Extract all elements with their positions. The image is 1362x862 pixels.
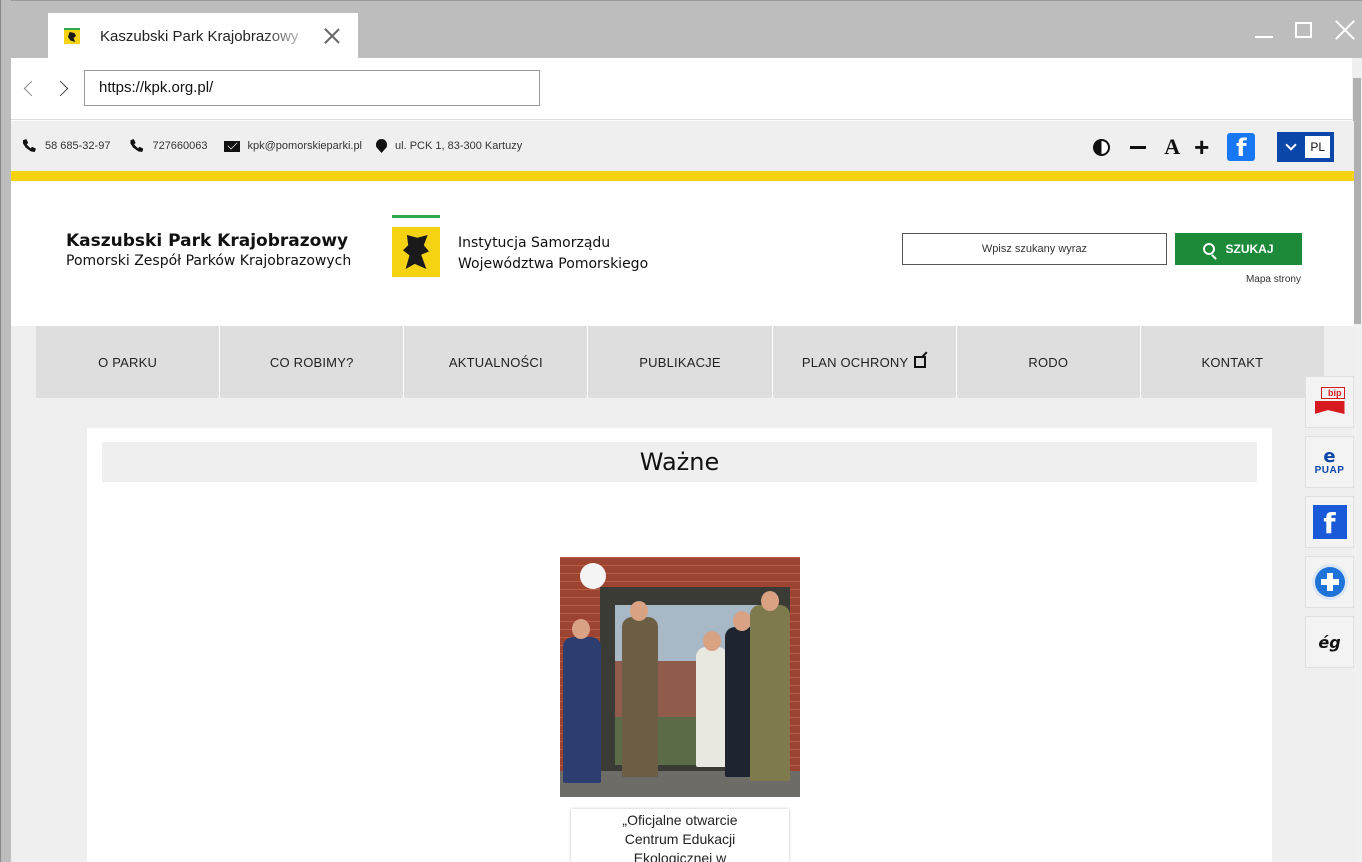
menu-item-label: AKTUALNOŚCI xyxy=(448,354,543,370)
scrollbar-thumb[interactable] xyxy=(1353,78,1361,324)
phone-icon xyxy=(23,139,37,153)
institution-text: Instytucja Samorządu Województwa Pomorsk… xyxy=(458,233,648,275)
bip-label: bip xyxy=(1320,387,1345,399)
sign-language-icon: ég xyxy=(1318,632,1341,652)
browser-titlebar: Kaszubski Park Krajobrazowy xyxy=(0,0,1362,59)
caption-line-1: „Oficjalne otwarcie xyxy=(622,812,738,828)
menu-item-label: O PARKU xyxy=(98,354,158,370)
font-decrease-button[interactable] xyxy=(1130,145,1147,149)
facebook-side-link[interactable]: f xyxy=(1305,496,1354,548)
site-header: Kaszubski Park Krajobrazowy Pomorski Zes… xyxy=(11,181,1354,326)
tab-title: Kaszubski Park Krajobrazowy xyxy=(100,27,299,45)
menu-item-label: CO ROBIMY? xyxy=(269,354,354,370)
email-contact[interactable]: kpk@pomorskieparki.pl xyxy=(223,140,363,152)
epuap-label: PUAP xyxy=(1314,465,1345,476)
menu-item-kontakt[interactable]: KONTAKT xyxy=(1140,326,1324,398)
close-window-icon[interactable] xyxy=(1334,19,1356,41)
accent-stripe xyxy=(11,171,1354,181)
phone-number-1: 58 685-32-97 xyxy=(45,140,111,152)
sitemap-link[interactable]: Mapa strony xyxy=(1246,274,1301,285)
chevron-down-icon xyxy=(1285,139,1297,151)
article-caption[interactable]: „Oficjalne otwarcie Centrum Edukacji Eko… xyxy=(571,809,789,862)
menu-item-label: RODO xyxy=(1028,354,1069,370)
window-edge xyxy=(0,0,11,862)
search-icon xyxy=(1203,243,1216,255)
email-address: kpk@pomorskieparki.pl xyxy=(247,140,363,152)
minimize-icon[interactable] xyxy=(1255,36,1273,38)
contrast-icon[interactable] xyxy=(1093,138,1111,156)
map-pin-icon xyxy=(376,139,388,153)
menu-item-rodo[interactable]: RODO xyxy=(956,326,1141,398)
menu-item-co-robimy[interactable]: CO ROBIMY? xyxy=(220,326,405,398)
menu-item-label: KONTAKT xyxy=(1201,354,1264,370)
facebook-icon[interactable]: f xyxy=(1227,133,1256,162)
menu-item-aktualnosci[interactable]: AKTUALNOŚCI xyxy=(404,326,589,398)
window-controls xyxy=(1255,19,1362,41)
article-photo[interactable] xyxy=(560,557,800,797)
forward-icon[interactable] xyxy=(55,80,69,98)
language-code: PL xyxy=(1305,136,1330,158)
bip-link[interactable]: bip xyxy=(1305,376,1354,428)
side-icon-bar: bip e PUAP f ég xyxy=(1305,376,1355,676)
phone-icon xyxy=(130,139,144,153)
menu-item-plan-ochrony[interactable]: PLAN OCHRONY xyxy=(772,326,957,398)
brand-title: Kaszubski Park Krajobrazowy xyxy=(66,231,349,251)
facebook-icon: f xyxy=(1312,505,1347,540)
maximize-icon[interactable] xyxy=(1295,22,1312,38)
brand-subtitle: Pomorski Zespół Parków Krajobrazowych xyxy=(66,253,352,269)
menu-item-label: PLAN OCHRONY xyxy=(801,354,909,370)
caption-line-3: Ekologicznej w xyxy=(633,850,727,862)
search-input[interactable]: Wpisz szukany wyraz xyxy=(902,233,1167,265)
menu-item-publikacje[interactable]: PUBLIKACJE xyxy=(588,326,773,398)
menu-item-label: PUBLIKACJE xyxy=(639,354,721,370)
language-select[interactable]: PL xyxy=(1277,132,1334,162)
bip-icon: bip xyxy=(1314,387,1345,417)
phone-contact-1[interactable]: 58 685-32-97 xyxy=(23,139,110,153)
epuap-icon: e PUAP xyxy=(1315,448,1345,476)
institution-line-1: Instytucja Samorządu xyxy=(458,235,611,251)
main-menu: O PARKU CO ROBIMY? AKTUALNOŚCI PUBLIKACJ… xyxy=(11,326,1354,398)
sign-language-link[interactable]: ég xyxy=(1305,616,1354,668)
close-tab-icon[interactable] xyxy=(322,26,342,46)
search-button-label: SZUKAJ xyxy=(1225,242,1274,256)
accessibility-tools: A + f PL xyxy=(1093,132,1334,162)
site-logo-link[interactable]: Kaszubski Park Krajobrazowy Pomorski Zes… xyxy=(66,231,351,269)
phone-number-2: 727660063 xyxy=(152,140,208,152)
external-link-icon xyxy=(914,356,927,368)
pomorskie-emblem-icon xyxy=(392,227,440,277)
font-reset-button[interactable]: A xyxy=(1164,134,1180,160)
emblem-accent xyxy=(392,215,440,218)
section-title: Ważne xyxy=(102,442,1257,482)
caption-line-2: Centrum Edukacji xyxy=(624,831,736,847)
address-bar[interactable]: https://kpk.org.pl/ xyxy=(84,70,540,106)
contact-bar: 58 685-32-97 727660063 kpk@pomorskiepark… xyxy=(11,121,1354,171)
font-increase-button[interactable]: + xyxy=(1194,134,1209,160)
menu-item-o-parku[interactable]: O PARKU xyxy=(36,326,221,398)
site-favicon-icon xyxy=(64,28,80,44)
mail-icon xyxy=(223,140,240,152)
address-contact: ul. PCK 1, 83-300 Kartuzy xyxy=(376,139,522,153)
search-button[interactable]: SZUKAJ xyxy=(1175,233,1302,265)
medical-cross-icon xyxy=(1314,567,1345,597)
epuap-e: e xyxy=(1323,446,1336,467)
accessibility-link[interactable] xyxy=(1305,556,1354,608)
back-icon[interactable] xyxy=(23,80,37,98)
postal-address: ul. PCK 1, 83-300 Kartuzy xyxy=(395,140,523,152)
browser-navbar: https://kpk.org.pl/ xyxy=(11,58,1362,120)
browser-tab[interactable]: Kaszubski Park Krajobrazowy xyxy=(48,13,358,59)
epuap-link[interactable]: e PUAP xyxy=(1305,436,1354,488)
phone-contact-2[interactable]: 727660063 xyxy=(130,139,207,153)
main-content: Ważne „Oficjalne otwarcie Centrum Edukac… xyxy=(87,428,1272,862)
institution-line-2: Województwa Pomorskiego xyxy=(458,256,649,272)
